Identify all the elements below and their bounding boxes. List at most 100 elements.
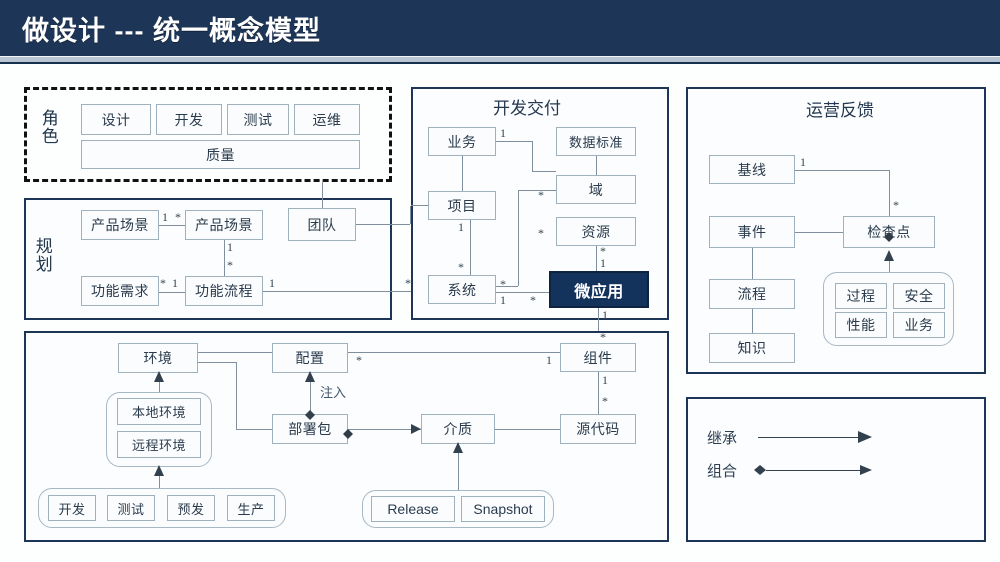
mult-label: * [893, 198, 899, 212]
mult-label: 1 [600, 256, 606, 270]
mult-label: 1 [269, 276, 275, 290]
node-role-design[interactable]: 设计 [81, 104, 151, 135]
edge-artifact-source [495, 429, 560, 430]
node-kind-process[interactable]: 过程 [835, 283, 887, 309]
node-local-environment[interactable]: 本地环境 [117, 398, 201, 425]
edge-configuration-component [348, 352, 560, 353]
edge-business-project [462, 156, 463, 191]
node-role-ops[interactable]: 运维 [294, 104, 360, 135]
node-kind-performance[interactable]: 性能 [835, 312, 887, 338]
node-artifact-snapshot[interactable]: Snapshot [461, 496, 545, 522]
mult-label: * [600, 330, 606, 344]
edge-team-right [356, 224, 410, 225]
mult-label: * [160, 276, 166, 290]
node-feature-flow[interactable]: 功能流程 [185, 276, 263, 306]
edge-role-team [322, 182, 323, 208]
mult-label: * [530, 293, 536, 307]
legend-label-composition: 组合 [707, 463, 738, 480]
mult-label: * [538, 188, 544, 202]
edge-envkinds-environment [159, 373, 160, 392]
slide-canvas: 做设计 --- 统一概念模型 角色 设计 开发 测试 运维 质量 规划 产品场景… [0, 0, 1000, 562]
node-source-code[interactable]: 源代码 [560, 414, 636, 444]
mult-label: * [175, 210, 181, 224]
edge-baseline-checkpoint [889, 170, 890, 216]
node-baseline[interactable]: 基线 [709, 155, 795, 184]
mult-label: 1 [602, 308, 608, 322]
panel-role-label: 角色 [41, 109, 59, 146]
edge-business-down [532, 141, 533, 171]
edge-business-right [496, 141, 532, 142]
node-domain[interactable]: 域 [556, 175, 636, 204]
edge-resource-microapp [596, 246, 597, 271]
node-stage-production[interactable]: 生产 [227, 495, 275, 521]
mult-label: 1 [500, 293, 506, 307]
edge-domain-down [518, 190, 519, 286]
edge-environment-configuration [198, 352, 272, 353]
node-feature-requirement[interactable]: 功能需求 [81, 276, 159, 306]
edge-flow-knowledge [752, 309, 753, 333]
node-artifact[interactable]: 介质 [421, 414, 495, 444]
edge-deploy-configuration [310, 373, 311, 414]
mult-label: 1 [172, 276, 178, 290]
mult-label: * [500, 277, 506, 291]
node-stage-dev[interactable]: 开发 [48, 495, 96, 521]
mult-label: 1 [500, 126, 506, 140]
edge-datastandard-domain [596, 156, 597, 175]
node-deploy-package[interactable]: 部署包 [272, 414, 348, 444]
node-project[interactable]: 项目 [428, 191, 496, 220]
node-checkpoint[interactable]: 检查点 [843, 216, 935, 248]
edge-domain-left [518, 190, 556, 191]
edge-requirement-flow [159, 292, 185, 293]
edge-business-domain [532, 171, 556, 172]
node-stage-test[interactable]: 测试 [107, 495, 155, 521]
node-kind-business[interactable]: 业务 [893, 312, 945, 338]
node-product-scenario-b[interactable]: 产品场景 [185, 210, 263, 240]
edge-flow-system [263, 291, 413, 292]
page-title: 做设计 --- 统一概念模型 [22, 16, 321, 46]
node-knowledge[interactable]: 知识 [709, 333, 795, 363]
node-kind-security[interactable]: 安全 [893, 283, 945, 309]
panel-ops-feedback-title: 运营反馈 [806, 101, 874, 120]
edge-event-checkpoint [795, 232, 843, 233]
edge-environment-deploy-c [236, 429, 272, 430]
legend-label-inheritance: 继承 [707, 430, 738, 447]
node-process-flow[interactable]: 流程 [709, 279, 795, 309]
mult-label: * [538, 226, 544, 240]
edge-label-inject: 注入 [320, 385, 347, 400]
edge-project-left [411, 205, 428, 206]
mult-label: 1 [227, 240, 233, 254]
node-data-standard[interactable]: 数据标准 [556, 127, 636, 156]
node-component[interactable]: 组件 [560, 343, 636, 372]
mult-label: * [227, 258, 233, 272]
edge-event-flow [752, 248, 753, 279]
node-role-test[interactable]: 测试 [227, 104, 289, 135]
node-role-develop[interactable]: 开发 [156, 104, 222, 135]
edge-baseline-right [795, 170, 889, 171]
edge-scenario-flow [224, 240, 225, 276]
panel-planning-label: 规划 [35, 237, 53, 274]
node-team[interactable]: 团队 [288, 208, 356, 241]
node-stage-prerelease[interactable]: 预发 [167, 495, 215, 521]
edge-environment-deploy-a [198, 362, 236, 363]
panel-dev-delivery-title: 开发交付 [493, 99, 561, 118]
node-remote-environment[interactable]: 远程环境 [117, 431, 201, 458]
node-resource[interactable]: 资源 [556, 217, 636, 246]
mult-label: 1 [546, 353, 552, 367]
edge-artifactkinds-artifact [458, 444, 459, 490]
node-artifact-release[interactable]: Release [371, 496, 455, 522]
edge-deploy-artifact [348, 429, 421, 430]
node-role-quality[interactable]: 质量 [81, 140, 360, 169]
mult-label: 1 [458, 220, 464, 234]
mult-label: * [356, 353, 362, 367]
node-configuration[interactable]: 配置 [272, 343, 348, 373]
node-micro-app[interactable]: 微应用 [549, 271, 649, 308]
node-product-scenario-a[interactable]: 产品场景 [81, 210, 159, 240]
node-system[interactable]: 系统 [428, 275, 496, 304]
node-environment[interactable]: 环境 [118, 343, 198, 373]
node-business[interactable]: 业务 [428, 127, 496, 156]
node-event[interactable]: 事件 [709, 216, 795, 248]
edge-kinds-checkpoint [889, 252, 890, 272]
mult-label: * [458, 260, 464, 274]
mult-label: 1 [602, 373, 608, 387]
edge-component-source [598, 372, 599, 414]
